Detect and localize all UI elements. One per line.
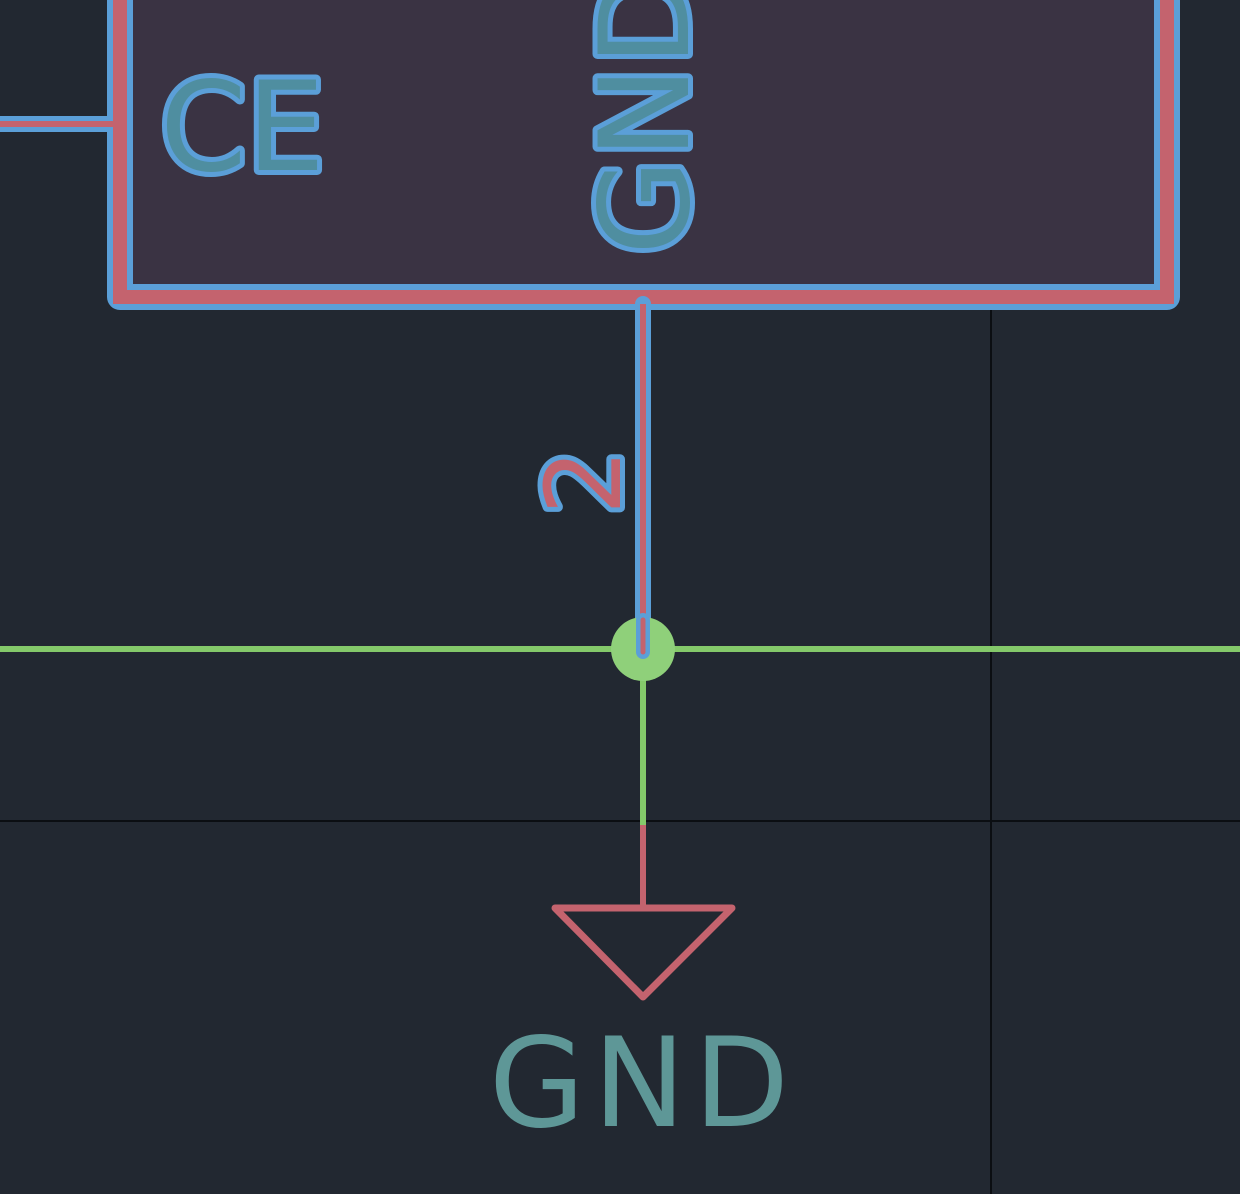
schematic-canvas[interactable]: CE GND 2 GND: [0, 0, 1240, 1194]
gnd-symbol-triangle: [551, 904, 736, 1001]
pin-label-ce: CE: [160, 56, 325, 200]
gnd-power-label: GND: [489, 1012, 797, 1156]
pin-label-gnd: GND: [574, 0, 718, 255]
gnd-power-symbol[interactable]: GND: [489, 825, 797, 1156]
pin-number-2: 2: [523, 449, 645, 515]
